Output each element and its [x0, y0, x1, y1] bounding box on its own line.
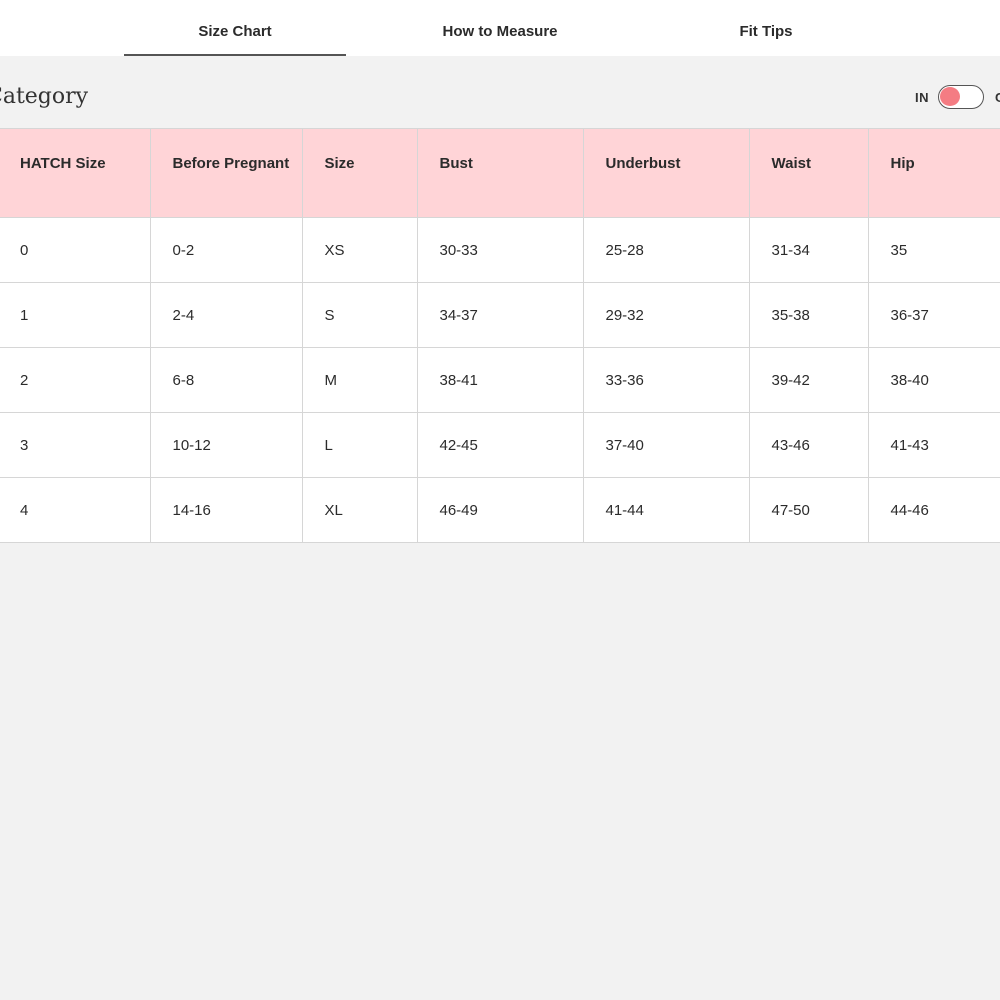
column-header: Size: [301, 128, 418, 218]
tab-fit-tips[interactable]: Fit Tips: [666, 0, 866, 56]
column-header: Before Pregnant: [149, 128, 303, 218]
table-cell: 30-33: [416, 217, 584, 283]
table-cell: 4: [0, 477, 151, 543]
table-cell: 38-40: [867, 347, 1000, 413]
table-cell: 39-42: [748, 347, 869, 413]
table-cell: 2: [0, 347, 151, 413]
column-header: Hip: [867, 128, 1000, 218]
unit-label-cm[interactable]: C: [995, 90, 1000, 105]
table-cell: 1: [0, 282, 151, 348]
table-cell: 47-50: [748, 477, 869, 543]
table-cell: 3: [0, 412, 151, 478]
column-header: HATCH Size: [0, 128, 151, 218]
tab-size-chart[interactable]: Size Chart: [124, 0, 346, 56]
tab-how-to-measure[interactable]: How to Measure: [400, 0, 600, 56]
table-cell: 42-45: [416, 412, 584, 478]
table-cell: 38-41: [416, 347, 584, 413]
table-cell: 34-37: [416, 282, 584, 348]
column-header: Bust: [416, 128, 584, 218]
table-cell: 43-46: [748, 412, 869, 478]
table-cell: 33-36: [582, 347, 750, 413]
table-cell: 37-40: [582, 412, 750, 478]
column-header: Waist: [748, 128, 869, 218]
table-cell: XL: [301, 477, 418, 543]
table-cell: 35: [867, 217, 1000, 283]
table-cell: 41-43: [867, 412, 1000, 478]
table-cell: S: [301, 282, 418, 348]
table-cell: 44-46: [867, 477, 1000, 543]
table-row: 3 10-12 L 42-45 37-40 43-46 41-43: [0, 412, 1000, 478]
table-cell: 41-44: [582, 477, 750, 543]
size-chart-table-container: HATCH Size Before Pregnant Size Bust Und…: [0, 128, 1000, 543]
table-cell: 35-38: [748, 282, 869, 348]
table-cell: 10-12: [149, 412, 303, 478]
table-cell: L: [301, 412, 418, 478]
tab-bar: Size Chart How to Measure Fit Tips: [0, 0, 1000, 56]
table-row: 0 0-2 XS 30-33 25-28 31-34 35: [0, 217, 1000, 283]
table-cell: 14-16: [149, 477, 303, 543]
table-header-row: HATCH Size Before Pregnant Size Bust Und…: [0, 128, 1000, 218]
size-chart-table: HATCH Size Before Pregnant Size Bust Und…: [0, 128, 1000, 543]
table-row: 2 6-8 M 38-41 33-36 39-42 38-40: [0, 347, 1000, 413]
table-cell: 31-34: [748, 217, 869, 283]
table-cell: 36-37: [867, 282, 1000, 348]
table-cell: 0: [0, 217, 151, 283]
unit-label-in[interactable]: IN: [915, 90, 929, 105]
table-cell: M: [301, 347, 418, 413]
table-cell: 6-8: [149, 347, 303, 413]
table-cell: 2-4: [149, 282, 303, 348]
column-header: Underbust: [582, 128, 750, 218]
table-cell: XS: [301, 217, 418, 283]
table-cell: 25-28: [582, 217, 750, 283]
unit-toggle[interactable]: [938, 85, 984, 109]
toggle-knob: [940, 87, 960, 106]
table-row: 1 2-4 S 34-37 29-32 35-38 36-37: [0, 282, 1000, 348]
table-cell: 0-2: [149, 217, 303, 283]
category-title: Category: [0, 84, 89, 109]
table-row: 4 14-16 XL 46-49 41-44 47-50 44-46: [0, 477, 1000, 543]
table-cell: 46-49: [416, 477, 584, 543]
table-cell: 29-32: [582, 282, 750, 348]
